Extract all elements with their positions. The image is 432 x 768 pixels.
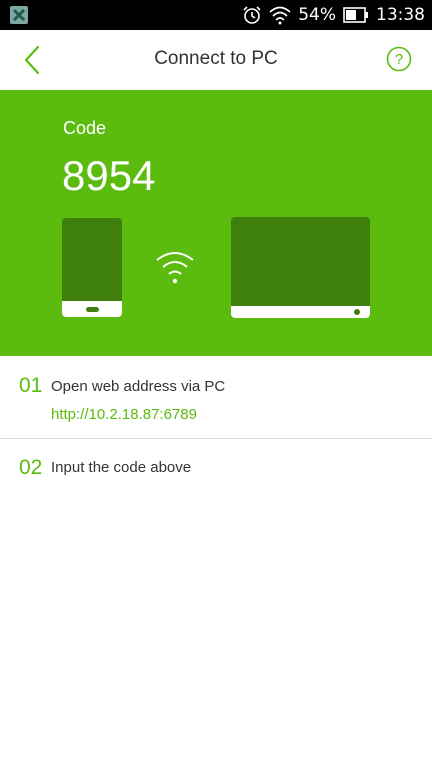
alarm-icon (243, 6, 261, 24)
step-text: Open web address via PC (51, 378, 226, 395)
web-address-link[interactable]: http://10.2.18.87:6789 (51, 406, 197, 423)
phone-chin (62, 301, 122, 317)
app-notification-icon (10, 6, 28, 24)
step-input-code: 02 Input the code above (0, 439, 432, 499)
battery-percent: 54% (298, 5, 336, 25)
phone-icon (62, 218, 122, 317)
step-open-web-address: 01 Open web address via PC http://10.2.1… (0, 356, 432, 439)
phone-home-button (86, 307, 99, 312)
laptop-indicator (354, 309, 360, 315)
code-label: Code (63, 118, 107, 138)
battery-icon (343, 7, 368, 23)
top-app-bar: Connect to PC ? (0, 30, 432, 90)
page-title: Connect to PC (154, 48, 278, 69)
wifi-signal-icon (156, 252, 194, 284)
connection-code: 8954 (62, 152, 156, 199)
clock: 13:38 (376, 5, 425, 25)
laptop-icon (231, 217, 370, 318)
question-circle-icon[interactable]: ? (386, 46, 412, 72)
status-bar: 54% 13:38 (0, 0, 432, 30)
step-text: Input the code above (51, 459, 192, 476)
connection-hero: Code 8954 (0, 90, 432, 356)
step-number: 02 (19, 456, 43, 479)
wifi-icon (269, 6, 291, 25)
laptop-base (231, 306, 370, 318)
step-number: 01 (19, 374, 43, 397)
svg-text:?: ? (395, 51, 403, 68)
